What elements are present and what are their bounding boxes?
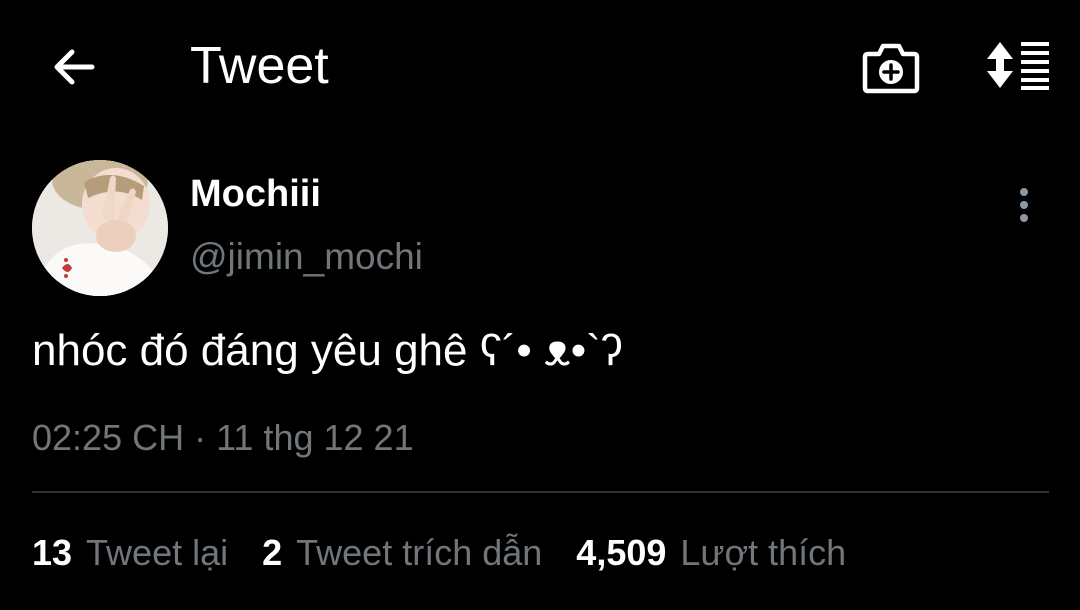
divider xyxy=(32,491,1049,493)
avatar-photo xyxy=(32,160,168,296)
page-title: Tweet xyxy=(190,37,329,95)
top-bar: Tweet xyxy=(0,0,1080,130)
like-label: Lượt thích xyxy=(680,532,847,573)
more-vertical-icon[interactable] xyxy=(1010,186,1038,226)
retweet-label: Tweet lại xyxy=(86,532,229,573)
quote-tweet-count: 2 xyxy=(262,532,283,573)
tweet-text: nhóc đó đáng yêu ghê ʕ´• ᴥ•`ʔ xyxy=(32,326,623,375)
camera-plus-icon[interactable] xyxy=(862,40,920,94)
retweets-stat[interactable]: 13 Tweet lại xyxy=(32,531,228,575)
sort-list-icon[interactable] xyxy=(983,40,1051,90)
quote-tweet-label: Tweet trích dẫn xyxy=(296,532,543,573)
tweet-stats: 13 Tweet lại 2 Tweet trích dẫn 4,509 Lượ… xyxy=(32,530,880,576)
likes-stat[interactable]: 4,509 Lượt thích xyxy=(576,531,846,575)
quote-tweets-stat[interactable]: 2 Tweet trích dẫn xyxy=(262,531,542,575)
like-count: 4,509 xyxy=(576,532,667,573)
back-arrow-icon[interactable] xyxy=(50,44,96,90)
user-handle[interactable]: @jimin_mochi xyxy=(190,235,423,279)
tweet-timestamp: 02:25 CH · 11 thg 12 21 xyxy=(32,417,414,458)
retweet-count: 13 xyxy=(32,532,73,573)
display-name[interactable]: Mochiii xyxy=(190,172,321,216)
avatar[interactable] xyxy=(32,160,168,296)
